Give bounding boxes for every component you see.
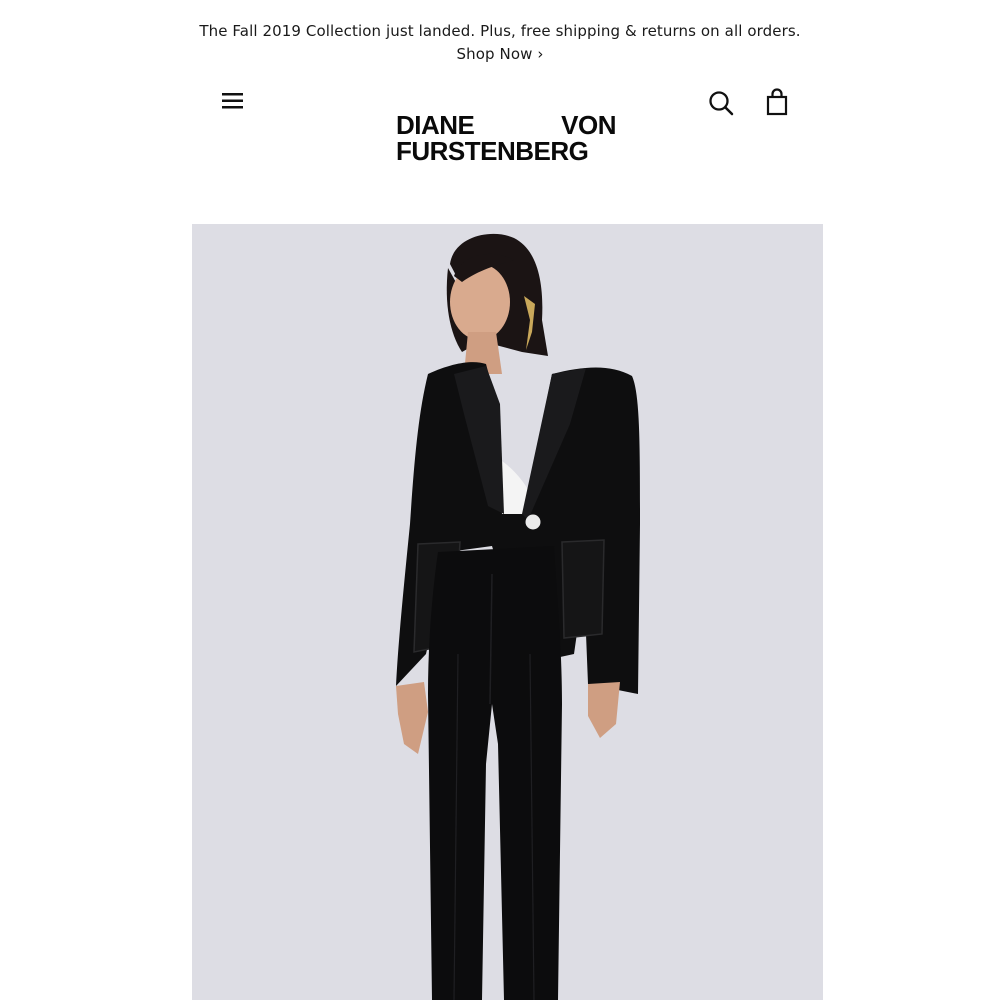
hero-image[interactable] <box>192 224 823 1000</box>
logo-word-furstenberg: FURSTENBERG <box>396 136 589 166</box>
search-button[interactable] <box>706 88 736 118</box>
promo-message: The Fall 2019 Collection just landed. Pl… <box>199 22 801 40</box>
logo-word-von: VON <box>561 110 616 140</box>
brand-logo[interactable]: DIANE VON FURSTENBERG <box>396 112 620 166</box>
logo-line-1: DIANE VON <box>396 112 616 138</box>
search-icon <box>709 91 734 116</box>
promo-banner: The Fall 2019 Collection just landed. Pl… <box>0 20 1000 66</box>
shopping-bag-icon <box>766 88 788 116</box>
menu-button[interactable] <box>218 88 248 114</box>
shop-now-link[interactable]: Shop Now › <box>457 43 544 66</box>
model-photo <box>192 224 823 1000</box>
logo-word-diane: DIANE <box>396 110 475 140</box>
cart-button[interactable] <box>763 87 791 117</box>
menu-icon <box>222 93 243 109</box>
